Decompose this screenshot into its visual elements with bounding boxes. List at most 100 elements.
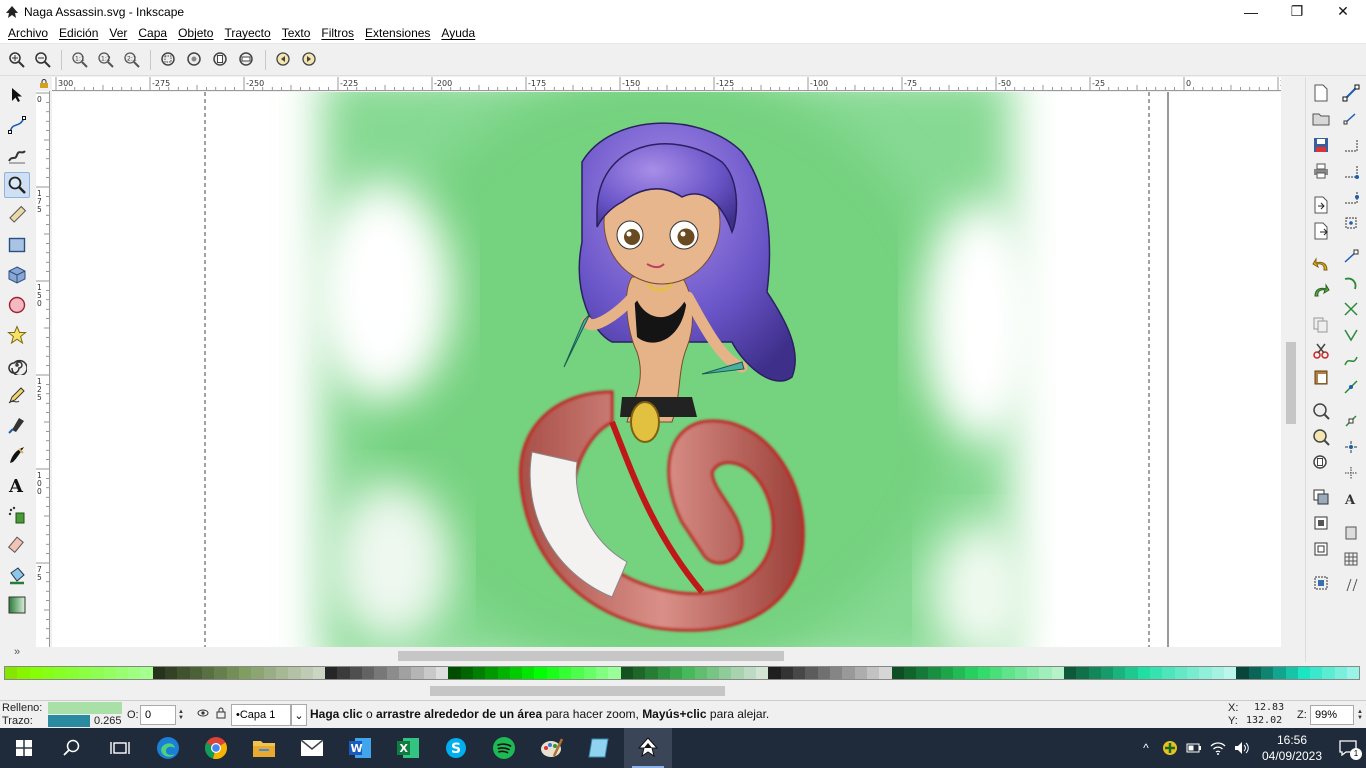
- zoom-selection-icon[interactable]: [158, 49, 180, 71]
- search-icon[interactable]: [48, 728, 96, 768]
- palette-swatch[interactable]: [1199, 667, 1212, 679]
- undo-icon[interactable]: [1310, 254, 1332, 276]
- palette-swatch[interactable]: [54, 667, 67, 679]
- eraser-tool-icon[interactable]: [4, 532, 30, 558]
- palette-swatch[interactable]: [374, 667, 387, 679]
- paint-bucket-icon[interactable]: [4, 562, 30, 588]
- palette-swatch[interactable]: [386, 667, 399, 679]
- edge-browser-icon[interactable]: [144, 728, 192, 768]
- duplicate-icon[interactable]: [1310, 486, 1332, 508]
- palette-swatch[interactable]: [780, 667, 793, 679]
- palette-swatch[interactable]: [91, 667, 104, 679]
- palette-swatch[interactable]: [706, 667, 720, 679]
- palette-swatch[interactable]: [1088, 667, 1101, 679]
- zoom-selection-cmd-icon[interactable]: [1310, 400, 1332, 422]
- palette-swatch[interactable]: [657, 667, 670, 679]
- zoom-1-1-icon[interactable]: 1:1: [69, 49, 91, 71]
- zoom-level-input[interactable]: 99%: [1310, 705, 1354, 725]
- unlink-clone-icon[interactable]: [1310, 538, 1332, 560]
- palette-swatch[interactable]: [1063, 667, 1077, 679]
- palette-swatch[interactable]: [17, 667, 30, 679]
- ruler-lock-icon[interactable]: [36, 77, 52, 91]
- palette-swatch[interactable]: [362, 667, 375, 679]
- palette-swatch[interactable]: [177, 667, 190, 679]
- zoom-page-width-icon[interactable]: [236, 49, 258, 71]
- palette-swatch[interactable]: [632, 667, 646, 679]
- snap-cusp-nodes-icon[interactable]: [1340, 324, 1362, 346]
- copy-icon[interactable]: [1310, 314, 1332, 336]
- canvas-horizontal-scrollbar[interactable]: [52, 648, 1300, 664]
- palette-swatch[interactable]: [682, 667, 695, 679]
- snap-bbox-center-icon[interactable]: [1340, 212, 1362, 234]
- palette-swatch[interactable]: [1014, 667, 1027, 679]
- palette-swatch[interactable]: [768, 667, 781, 679]
- layer-lock-icon[interactable]: [216, 707, 226, 722]
- snap-bbox-midpoints-icon[interactable]: [1340, 186, 1362, 208]
- show-hidden-icons-chevron-icon[interactable]: ^: [1134, 728, 1158, 768]
- palette-swatch[interactable]: [1236, 667, 1249, 679]
- menu-texto[interactable]: Texto: [278, 26, 315, 40]
- palette-swatch[interactable]: [571, 667, 584, 679]
- zoom-in-icon[interactable]: [6, 49, 28, 71]
- palette-swatch[interactable]: [1211, 667, 1224, 679]
- measure-tool-icon[interactable]: [4, 202, 30, 228]
- palette-swatch[interactable]: [546, 667, 560, 679]
- palette-swatch[interactable]: [1285, 667, 1298, 679]
- zoom-previous-icon[interactable]: [273, 49, 295, 71]
- palette-swatch[interactable]: [275, 667, 289, 679]
- palette-swatch[interactable]: [165, 667, 178, 679]
- gradient-tool-icon[interactable]: [4, 592, 30, 618]
- inkscape-taskbar-icon[interactable]: [624, 728, 672, 768]
- palette-swatch[interactable]: [152, 667, 166, 679]
- menu-extensiones[interactable]: Extensiones: [361, 26, 434, 40]
- palette-swatch[interactable]: [719, 667, 732, 679]
- palette-swatch[interactable]: [5, 667, 18, 679]
- menu-capa[interactable]: Capa: [134, 26, 171, 40]
- snap-smooth-nodes-icon[interactable]: [1340, 350, 1362, 372]
- notifications-icon[interactable]: 1: [1330, 728, 1366, 768]
- spiral-tool-icon[interactable]: [4, 352, 30, 378]
- palette-swatch[interactable]: [953, 667, 966, 679]
- palette-swatch[interactable]: [435, 667, 449, 679]
- paint-app-icon[interactable]: [528, 728, 576, 768]
- palette-swatch[interactable]: [793, 667, 806, 679]
- palette-swatch[interactable]: [608, 667, 621, 679]
- palette-swatch[interactable]: [1100, 667, 1114, 679]
- security-shield-icon[interactable]: [1158, 728, 1182, 768]
- drawing-canvas[interactable]: [52, 92, 1281, 647]
- vertical-scroll-thumb[interactable]: [1286, 342, 1296, 424]
- palette-swatch[interactable]: [866, 667, 880, 679]
- pen-tool-icon[interactable]: [4, 412, 30, 438]
- palette-swatch[interactable]: [448, 667, 461, 679]
- snap-line-midpoints-icon[interactable]: [1340, 376, 1362, 398]
- palette-swatch[interactable]: [1039, 667, 1052, 679]
- palette-swatch[interactable]: [817, 667, 830, 679]
- palette-swatch[interactable]: [115, 667, 129, 679]
- palette-swatch[interactable]: [1248, 667, 1261, 679]
- zoom-drawing-icon[interactable]: [184, 49, 206, 71]
- palette-swatch[interactable]: [202, 667, 215, 679]
- maximize-button[interactable]: ❐: [1274, 0, 1320, 23]
- text-tool-icon[interactable]: A: [4, 472, 30, 498]
- menu-ayuda[interactable]: Ayuda: [437, 26, 479, 40]
- ellipse-tool-icon[interactable]: [4, 292, 30, 318]
- snap-paths-icon[interactable]: [1340, 272, 1362, 294]
- snap-guides-icon[interactable]: [1340, 574, 1362, 596]
- palette-swatch[interactable]: [756, 667, 769, 679]
- palette-swatch[interactable]: [1260, 667, 1274, 679]
- layer-visibility-eye-icon[interactable]: [197, 708, 209, 721]
- cut-icon[interactable]: [1310, 340, 1332, 362]
- palette-swatch[interactable]: [226, 667, 239, 679]
- minimize-button[interactable]: —: [1228, 0, 1274, 23]
- menu-objeto[interactable]: Objeto: [174, 26, 217, 40]
- excel-icon[interactable]: X: [384, 728, 432, 768]
- skype-icon[interactable]: S: [432, 728, 480, 768]
- node-tool-icon[interactable]: [4, 112, 30, 138]
- close-button[interactable]: ✕: [1320, 0, 1366, 23]
- palette-swatch[interactable]: [583, 667, 596, 679]
- palette-swatch[interactable]: [263, 667, 276, 679]
- palette-swatch[interactable]: [1026, 667, 1040, 679]
- menu-trayecto[interactable]: Trayecto: [220, 26, 274, 40]
- zoom-next-icon[interactable]: [299, 49, 321, 71]
- palette-swatch[interactable]: [1273, 667, 1286, 679]
